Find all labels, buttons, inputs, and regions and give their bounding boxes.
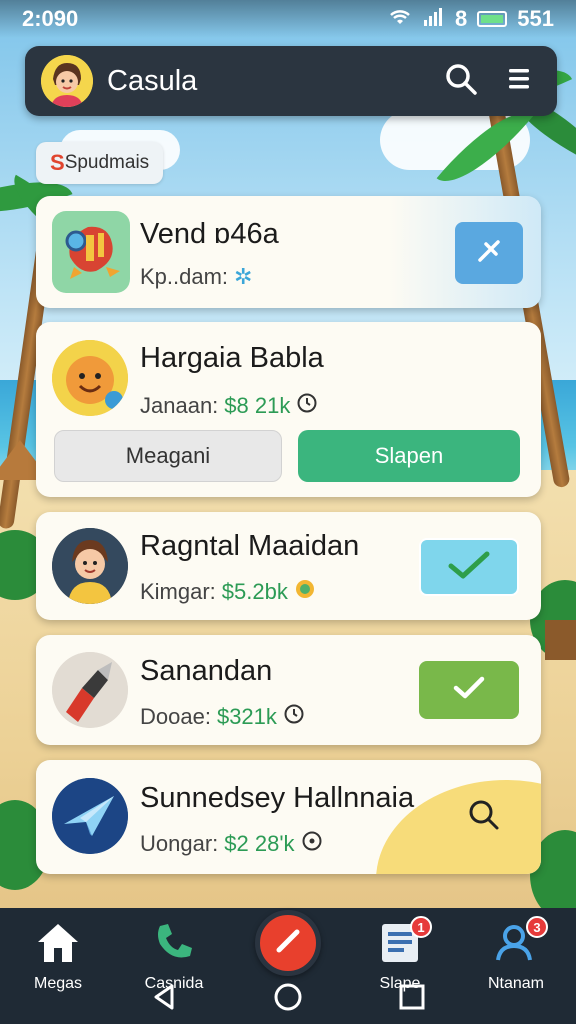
- card-title: Sanandan: [140, 655, 273, 687]
- search-icon: [467, 798, 501, 837]
- subtitle-label: Kimgar:: [140, 579, 216, 604]
- search-button[interactable]: [439, 59, 483, 103]
- status-extra: 8: [455, 6, 468, 31]
- pencil-icon: [271, 924, 305, 963]
- menu-button[interactable]: [497, 59, 541, 103]
- section-chip[interactable]: S Spudmais: [36, 142, 164, 184]
- snowflake-icon: ✲: [234, 264, 253, 289]
- system-navigation: [0, 975, 576, 1024]
- app-title: Casula: [107, 64, 198, 97]
- signal-icon: [423, 6, 445, 32]
- primary-button-label: Slapen: [374, 443, 444, 468]
- list-item[interactable]: Ragntal Maaidan Kimgar: $5.2bk: [36, 512, 541, 620]
- emoji-avatar-icon: [52, 340, 128, 416]
- chip-label: Spudmais: [64, 152, 150, 173]
- close-button[interactable]: [455, 222, 523, 284]
- price-value: $8 21k: [224, 393, 291, 418]
- back-icon[interactable]: [150, 982, 178, 1017]
- compose-fab-button[interactable]: [255, 910, 321, 976]
- menu-icon: [506, 67, 532, 96]
- subtitle-label: Dooae:: [140, 704, 211, 729]
- wifi-icon: [387, 6, 413, 32]
- search-icon: [444, 62, 478, 101]
- clock-icon: [296, 392, 318, 420]
- coin-icon: [294, 578, 316, 606]
- subtitle-label: Uongar:: [140, 831, 219, 856]
- list-item[interactable]: Vend ɒ46a Kp..dam: ✲: [36, 196, 541, 308]
- person-avatar-icon: [52, 528, 128, 604]
- close-icon: [474, 236, 504, 271]
- price-value: $2 28'k: [224, 831, 295, 856]
- home-circle-icon[interactable]: [273, 982, 303, 1017]
- list-item[interactable]: Sunnedsey Hallnnaia Uongar: $2 28'k: [36, 760, 541, 874]
- card-title: Ragntal Maaidan: [140, 530, 360, 562]
- card-subtitle: Dooae: $321k: [140, 703, 305, 731]
- home-icon: [34, 920, 82, 969]
- primary-button[interactable]: Slapen: [298, 430, 520, 482]
- secondary-button[interactable]: Meagani: [54, 430, 282, 482]
- card-subtitle: Uongar: $2 28'k: [140, 830, 323, 858]
- battery-icon: [477, 11, 508, 27]
- card-subtitle: Kp..dam: ✲: [140, 264, 252, 290]
- secondary-button-label: Meagani: [125, 443, 211, 468]
- tool-thumbnail-icon: [52, 652, 128, 728]
- card-title: Sunnedsey Hallnnaia: [140, 782, 415, 814]
- notification-badge: 1: [410, 916, 432, 938]
- clock-icon: [283, 703, 305, 731]
- app-bar: Casula: [25, 46, 557, 116]
- card-subtitle: Kimgar: $5.2bk: [140, 578, 316, 606]
- clock-icon: [301, 830, 323, 858]
- list-item[interactable]: Sanandan Dooae: $321k: [36, 635, 541, 745]
- subtitle-label: Janaan:: [140, 393, 219, 418]
- subtitle-label: Kp..dam:: [140, 264, 229, 289]
- rocket-thumbnail-icon: [52, 211, 130, 293]
- price-value: $321k: [216, 704, 277, 729]
- phone-icon: [152, 920, 196, 969]
- check-button[interactable]: [419, 661, 519, 719]
- card-subtitle: Janaan: $8 21k: [140, 392, 318, 420]
- avatar[interactable]: [41, 55, 93, 107]
- search-button[interactable]: [449, 788, 519, 846]
- price-value: $5.2bk: [221, 579, 288, 604]
- status-time: 2:090: [22, 6, 79, 31]
- notification-badge: 3: [526, 916, 548, 938]
- recents-icon[interactable]: [398, 983, 426, 1016]
- plane-thumbnail-icon: [52, 778, 128, 854]
- check-icon: [452, 675, 486, 706]
- card-title: Vend ɒ46a: [140, 218, 279, 250]
- card-title: Hargaia Babla: [140, 342, 324, 374]
- check-icon: [447, 550, 491, 585]
- list-item[interactable]: Hargaia Babla Janaan: $8 21k Meagani Sla…: [36, 322, 541, 497]
- check-button[interactable]: [419, 538, 519, 596]
- battery-text: 551: [517, 6, 554, 31]
- chip-prefix: S: [50, 150, 65, 175]
- status-bar: 2:090 8 551: [0, 0, 576, 38]
